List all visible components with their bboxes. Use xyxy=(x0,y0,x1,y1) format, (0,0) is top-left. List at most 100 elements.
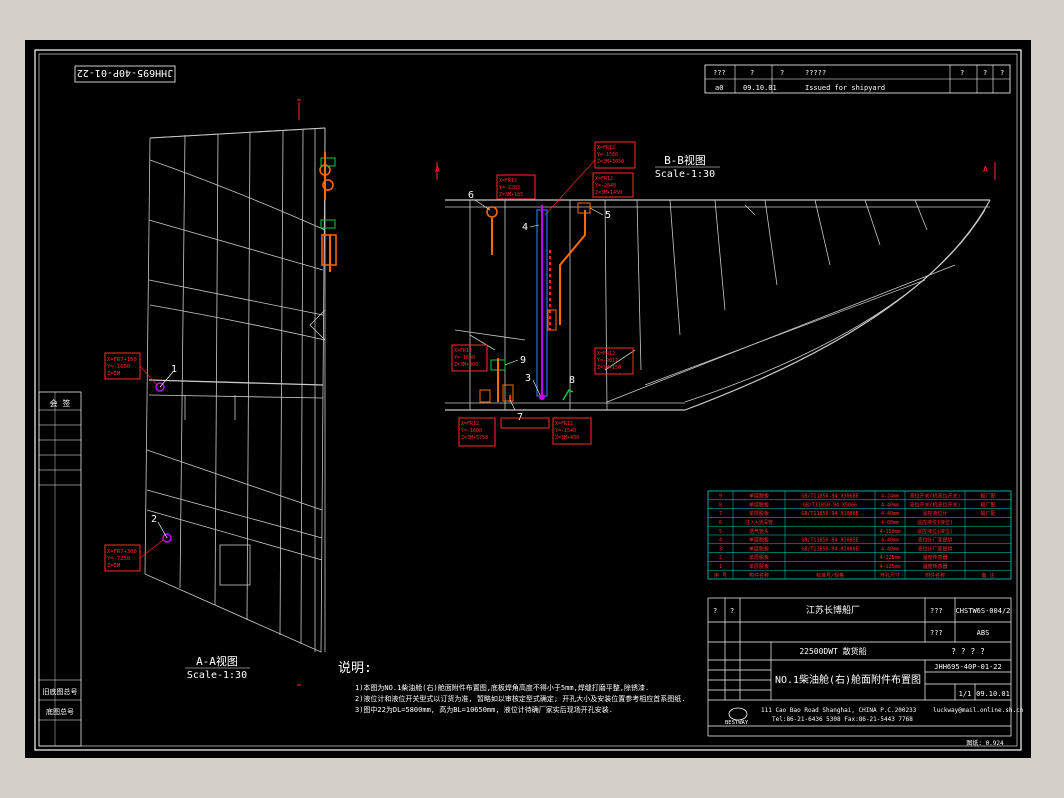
section-mark-right-label: A xyxy=(983,165,988,174)
parts-row-2-cell-0: 2 xyxy=(719,555,722,561)
parts-table: 9 单层脱板 GB/T11850-94 X3068E 4-24mm 液位开关(机液位开关… xyxy=(707,490,1012,580)
label-7-x: X=FR12 xyxy=(461,421,479,427)
callout-5: 5 X=FR12 Y=-2040 Z=3M+1450 xyxy=(589,172,634,221)
label-3-z: Z=3M+150 xyxy=(597,365,621,371)
parts-row-4-cell-3: 4-40mm xyxy=(881,538,899,544)
tb-scale-note: 图纸: 0.924 xyxy=(966,739,1004,747)
notes-line-3: 3)图中22为DL=5800mm, 高为BL=10650mm, 液位计待确厂家实… xyxy=(355,705,613,714)
label-7-z: Z=3M+5758 xyxy=(461,435,488,441)
label-8-z: Z=3M+400 xyxy=(555,435,579,441)
section-mark-right: A xyxy=(983,162,996,180)
callout-6-number: 6 xyxy=(468,190,474,201)
parts-row-7-cell-5: 船厂配 xyxy=(980,510,995,517)
parts-header-cell-4: 附件名称 xyxy=(925,572,945,579)
parts-row-1-cell-4: 温度传感器 xyxy=(922,563,947,570)
callout-9: 9 X=FR12 Y=-1600 Z=3M+300 xyxy=(451,344,526,372)
parts-row-4-cell-1: 单层脱板 xyxy=(749,537,769,544)
tb-shipyard: 江苏长博船厂 xyxy=(806,604,860,616)
label-5-y: Y=-2040 xyxy=(595,183,616,189)
parts-row-5-cell-3: 4-150mm xyxy=(879,529,900,535)
label-4a-z: Z=3M+3050 xyxy=(597,159,624,165)
parts-row-5-cell-0: 5 xyxy=(719,529,722,535)
parts-row-3-cell-1: 单层脱板 xyxy=(749,545,769,552)
label-1-x: X=FR7+150 xyxy=(107,357,137,363)
revision-block: ??? ? ? ????? ? ? ? a0 09.10.01 Issued f… xyxy=(704,64,1011,94)
rev-header-by: ? xyxy=(750,69,754,77)
parts-row-2-cell-3: 4-125mm xyxy=(879,555,900,561)
tb-drawing-title: NO.1柴油舱(右)舱面附件布置图 xyxy=(775,673,921,686)
parts-row-6-cell-4: 遥控液位(液位) xyxy=(917,519,953,526)
parts-row-9-cell-4: 液位开关(机液位开关) xyxy=(909,493,960,500)
parts-row-3-cell-0: 3 xyxy=(719,546,722,552)
callout-5-number: 5 xyxy=(605,210,611,221)
rev-header-desc: ????? xyxy=(805,69,826,77)
callout-3-number: 3 xyxy=(525,373,531,384)
label-2-x: X=FR7+300 xyxy=(107,549,137,555)
callout-1-number: 1 xyxy=(171,364,177,375)
bb-view-title: B-B视图 xyxy=(664,153,706,167)
parts-header-cell-3: 开孔尺寸 xyxy=(880,572,900,579)
callout-7: 7 X=FR12 Y=-1600 Z=3M+5758 xyxy=(458,399,550,447)
rev-header-c2: ? xyxy=(983,69,987,77)
tb-drawing-code: CHSTW6S-004/2 xyxy=(956,607,1011,615)
notes-line-1: 1)本图为NO.1柴油舱(右)舱面附件布置图,底板焊角高度不得小于5mm,焊缝打… xyxy=(355,683,649,692)
tb-company: BESTWAY xyxy=(725,720,749,726)
title-block-text: ? ? 江苏长博船厂 ??? CHSTW6S-004/2 ??? ABS 225… xyxy=(713,604,1024,747)
parts-row-7-cell-2: GB/T11850-94 X1086E xyxy=(801,511,858,517)
rev-header-no: ??? xyxy=(713,69,726,77)
parts-row-9-cell-2: GB/T11850-94 X3068E xyxy=(801,494,858,500)
tb-tel: Tel:86-21-6436 5308 Fax:86-21-5443 7768 xyxy=(772,716,913,723)
view-aa xyxy=(144,127,326,653)
label-7-y: Y=-1600 xyxy=(461,428,482,434)
tb-q3: ??? xyxy=(930,607,943,615)
left-sign-strip: 会 签 旧底图总号 底图总号 xyxy=(38,391,82,747)
label-6-x: X=FR12 xyxy=(499,178,517,184)
tb-class: ABS xyxy=(977,629,990,637)
cad-drawing: JHH695-40P-01-22 ??? ? ? ????? ? ? ? a0 … xyxy=(34,49,1024,751)
parts-row-1-cell-0: 1 xyxy=(719,564,722,570)
callout-2: 2 X=FR7+300 Y=-7250 Z=5M xyxy=(104,514,172,572)
parts-row-8-cell-0: 8 xyxy=(719,502,722,508)
label-5-x: X=FR12 xyxy=(595,176,613,182)
parts-row-3-cell-2: GB/T11850-94 X1080E xyxy=(801,546,858,552)
label-3-x: X=FR12 xyxy=(597,351,615,357)
notes-block: 说明: 1)本图为NO.1柴油舱(右)舱面附件布置图,底板焊角高度不得小于5mm… xyxy=(338,661,686,714)
rev-row-date: 09.10.01 xyxy=(743,84,777,92)
parts-row-1-cell-1: 单层脱板 xyxy=(749,563,769,570)
label-4a-x: X=FR12 xyxy=(597,145,615,151)
parts-row-9-cell-1: 单层脱板 xyxy=(749,493,769,500)
drawing-no-label: 底图总号 xyxy=(46,707,74,716)
callout-8-number: 8 xyxy=(569,375,575,386)
label-9-y: Y=-1600 xyxy=(454,355,475,361)
parts-row-7-cell-1: 单层脱板 xyxy=(749,510,769,517)
label-9-x: X=FR12 xyxy=(454,348,472,354)
parts-row-6-cell-0: 6 xyxy=(719,520,722,526)
aa-view-title: A-A视图 xyxy=(196,654,238,668)
parts-header-cell-1: 构件名称 xyxy=(749,572,769,579)
parts-row-7-cell-4: 遥控液位计 xyxy=(922,510,947,517)
parts-row-3-cell-4: 液位计厂家提供 xyxy=(917,545,952,552)
rev-row-no: a0 xyxy=(715,84,723,92)
callout-2-number: 2 xyxy=(151,514,157,525)
parts-row-5-cell-1: 透气管头 xyxy=(749,528,769,535)
parts-row-6-cell-3: 4-80mm xyxy=(881,520,899,526)
rev-header-c3: ? xyxy=(1000,69,1004,77)
parts-row-6-cell-1: 注入+测深管 xyxy=(745,519,773,526)
tb-email: luckway@mail.online.sh.cn xyxy=(933,707,1024,714)
rev-row-desc: Issued for shipyard xyxy=(805,84,885,92)
bb-piping xyxy=(479,202,591,403)
rev-header-date: ? xyxy=(780,69,784,77)
parts-row-4-cell-2: GB/T11850-94 X1085E xyxy=(801,538,858,544)
parts-header-cell-2: 标准号/规格 xyxy=(816,572,844,579)
parts-header-cell-0: 序 号 xyxy=(714,572,727,579)
parts-row-9-cell-0: 9 xyxy=(719,494,722,500)
parts-header-cell-5: 备 注 xyxy=(981,572,994,579)
label-6-y: Y=-2283 xyxy=(499,185,520,191)
bb-view-scale: Scale-1:30 xyxy=(655,169,715,180)
parts-row-9-cell-3: 4-24mm xyxy=(881,494,899,500)
label-2-y: Y=-7250 xyxy=(107,556,130,562)
label-1-y: Y=-1600 xyxy=(107,364,130,370)
parts-row-2-cell-1: 单层脱板 xyxy=(749,554,769,561)
tb-sheet: 1/1 xyxy=(959,690,972,698)
parts-row-4-cell-0: 4 xyxy=(719,538,722,544)
